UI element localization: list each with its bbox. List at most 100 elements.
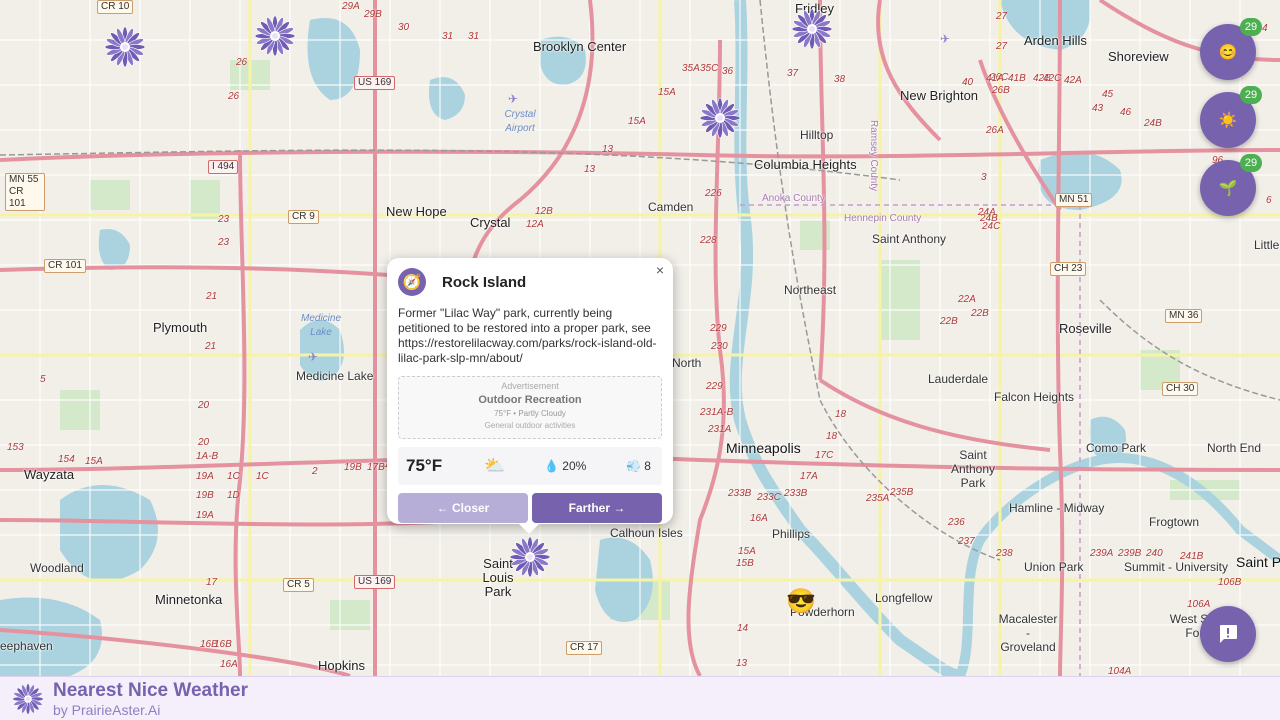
exit-number: 45 <box>1102 89 1114 100</box>
farther-button[interactable]: Farther → <box>532 493 662 523</box>
exit-number: 239A <box>1090 548 1114 559</box>
exit-number: 13 <box>584 164 596 175</box>
wind-speed: 💨 8 <box>626 459 651 473</box>
filter-button-mood[interactable]: 😊 29 <box>1200 18 1262 80</box>
ad-line: 75°F • Partly Cloudy <box>494 409 566 418</box>
exit-number: 14 <box>737 623 749 634</box>
place-label: Union Park <box>1024 560 1084 574</box>
advertisement[interactable]: Advertisement Outdoor Recreation 75°F • … <box>398 376 662 439</box>
exit-number: 229 <box>710 323 727 334</box>
exit-number: 15A <box>658 87 676 98</box>
exit-number: 104A <box>1108 666 1132 676</box>
place-label: Calhoun Isles <box>610 526 683 540</box>
exit-number: 26 <box>236 57 248 68</box>
route-shield: CH 23 <box>1050 262 1087 276</box>
exit-number: 29A <box>342 1 360 12</box>
water-label: Crystal Airport <box>504 109 536 134</box>
place-label: Plymouth <box>153 320 208 335</box>
exit-number: 18 <box>826 431 838 442</box>
exit-number: 1C <box>256 471 269 482</box>
exit-number: 1A-B <box>196 451 219 462</box>
exit-number: 20 <box>198 437 210 448</box>
exit-number: 42A <box>1064 75 1082 86</box>
place-label: Saint Anthony <box>872 232 947 246</box>
ad-label: Advertisement <box>501 381 559 391</box>
place-label: Saint Anthony Park <box>950 448 996 490</box>
place-label: Camden <box>648 200 694 214</box>
place-label: Longfellow <box>875 591 933 605</box>
temperature: 75°F <box>406 456 443 475</box>
exit-number: 15B <box>736 558 754 569</box>
place-label: Hamline - Midway <box>1009 501 1105 515</box>
exit-number: 19B <box>344 462 362 473</box>
place-label: Hilltop <box>800 128 834 142</box>
exit-number: 42C <box>1043 73 1062 84</box>
brand[interactable]: Nearest Nice Weather by PrairieAster.Ai <box>53 680 248 718</box>
place-label: Minneapolis <box>726 440 801 456</box>
exit-number: 4 <box>1262 23 1268 34</box>
seedling-icon: 🌱 <box>1218 180 1238 197</box>
route-shield: MN 51 <box>1055 193 1093 207</box>
feedback-button[interactable] <box>1200 606 1256 662</box>
county-label: Ramsey County <box>868 120 879 192</box>
popup-header: 🧭 Rock Island <box>398 267 662 297</box>
sunglasses-marker-icon[interactable]: 😎 <box>786 588 816 616</box>
place-label: Falcon Heights <box>994 390 1075 404</box>
exit-number: 233B <box>728 488 752 499</box>
place-label: Shoreview <box>1108 49 1169 64</box>
filter-button-activity[interactable]: 🌱 29 <box>1200 154 1262 216</box>
exit-number: 233C <box>757 492 781 503</box>
place-label: Wayzata <box>24 467 75 482</box>
exit-number: 106A <box>1187 599 1211 610</box>
route-shield: MN 55 CR 101 <box>5 173 45 211</box>
app-title: Nearest Nice Weather <box>53 679 249 701</box>
close-icon[interactable]: × <box>656 262 664 278</box>
exit-number: 237 <box>958 536 975 547</box>
location-flower-marker[interactable] <box>699 97 741 139</box>
route-shield: US 169 <box>354 575 396 589</box>
exit-number: 29B <box>364 9 382 20</box>
exit-number: 236 <box>948 517 965 528</box>
selected-location-flower-marker[interactable] <box>509 536 551 578</box>
exit-number: 230 <box>711 341 728 352</box>
place-label: Saint P <box>1236 554 1280 570</box>
exit-number: 36 <box>722 66 734 77</box>
closer-button[interactable]: ← Closer <box>398 493 528 523</box>
place-label: Northeast <box>784 283 837 297</box>
exit-number: 22B <box>971 308 989 319</box>
exit-number: 19A <box>196 510 214 521</box>
filter-button-sun[interactable]: ☀️ 29 <box>1200 86 1262 148</box>
exit-number: 239B <box>1118 548 1142 559</box>
exit-number: 18 <box>835 409 847 420</box>
exit-number: 15A <box>628 116 646 127</box>
exit-number: 1C <box>227 471 240 482</box>
place-label: Roseville <box>1059 321 1112 336</box>
exit-number: 231A <box>708 424 732 435</box>
place-label: Minnetonka <box>155 592 223 607</box>
location-flower-marker[interactable] <box>791 8 833 50</box>
place-label: Arden Hills <box>1024 33 1087 48</box>
precipitation-chance: 💧 20% <box>544 459 587 473</box>
exit-number: 106B <box>1218 577 1242 588</box>
exit-number: 19B <box>196 490 214 501</box>
exit-number: 17 <box>206 577 218 588</box>
exit-number: 27 <box>996 11 1008 22</box>
popup-navigation: ← Closer Farther → <box>398 493 662 523</box>
exit-number: 24C <box>982 221 1001 232</box>
app-subtitle: by PrairieAster.Ai <box>53 701 161 718</box>
location-flower-marker[interactable] <box>254 15 296 57</box>
partly-cloudy-icon: ⛅ <box>484 456 506 475</box>
exit-number: 229 <box>706 381 723 392</box>
route-shield: MN 36 <box>1165 309 1203 323</box>
location-flower-marker[interactable] <box>104 26 146 68</box>
exit-number: 228 <box>700 235 717 246</box>
feedback-icon <box>1220 625 1237 643</box>
airport-icon: ✈ <box>508 92 519 106</box>
exit-number: 35A <box>682 63 700 74</box>
exit-number: 20 <box>198 400 210 411</box>
aster-logo-icon <box>12 683 44 714</box>
place-label: Como Park <box>1086 441 1147 455</box>
exit-number: 31 <box>468 31 480 42</box>
place-label: North <box>672 356 702 370</box>
exit-number: 153 <box>7 442 24 453</box>
